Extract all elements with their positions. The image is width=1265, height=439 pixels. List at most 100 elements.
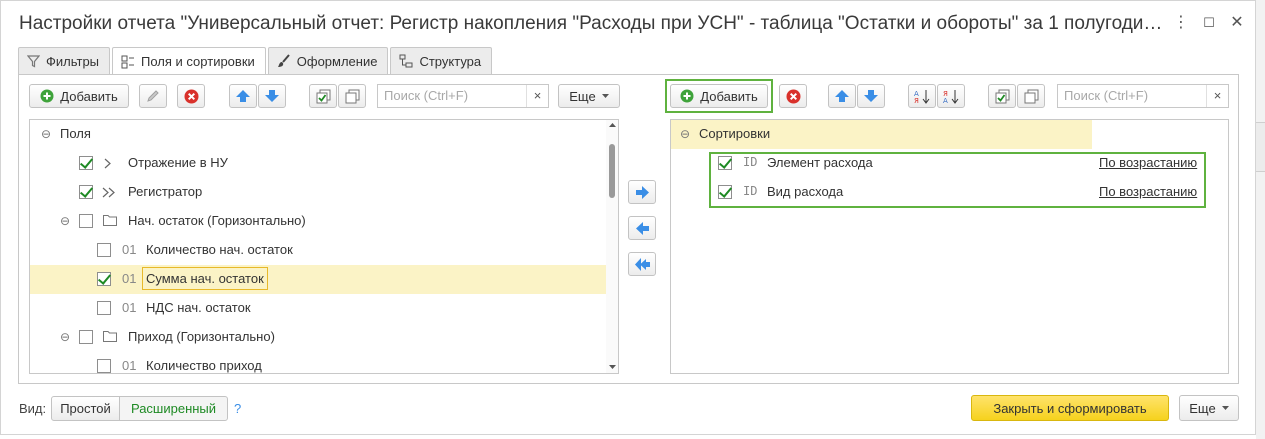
checkbox[interactable] — [79, 156, 93, 170]
tree-row[interactable]: ⊖ Нач. остаток (Горизонтально) — [30, 207, 618, 236]
arrow-up-icon — [236, 90, 250, 102]
delete-field-button[interactable] — [177, 84, 205, 108]
collapse-icon[interactable]: ⊖ — [60, 330, 70, 344]
delete-sorting-button[interactable] — [779, 84, 807, 108]
tree-root-sortings[interactable]: ⊖ Сортировки — [671, 120, 1092, 149]
sorting-uncheck-all-button[interactable] — [1017, 84, 1045, 108]
svg-text:Я: Я — [914, 97, 919, 104]
add-field-button[interactable]: Добавить — [29, 84, 129, 108]
move-up-button[interactable] — [229, 84, 257, 108]
settings-window: Настройки отчета "Универсальный отчет: Р… — [0, 0, 1256, 435]
sorting-move-down-button[interactable] — [857, 84, 885, 108]
tree-row-selected[interactable]: 01 Сумма нач. остаток — [30, 265, 618, 294]
close-icon[interactable]: ✕ — [1225, 11, 1249, 35]
svg-text:А: А — [943, 97, 948, 104]
sort-ascending-button[interactable]: АЯ — [908, 84, 936, 108]
help-icon[interactable]: ? — [234, 401, 241, 416]
scrollbar-thumb[interactable] — [609, 144, 615, 198]
fields-and-sorting-panel: Добавить Поиск (Ctrl+F) × Еще ⊖ Поля Отр… — [18, 74, 1239, 384]
move-down-button[interactable] — [258, 84, 286, 108]
close-and-build-button[interactable]: Закрыть и сформировать — [971, 395, 1169, 421]
sorting-direction-link[interactable]: По возрастанию — [1099, 155, 1197, 170]
checkbox[interactable] — [79, 214, 93, 228]
more-icon[interactable]: ⋮ — [1169, 11, 1193, 35]
filter-icon — [27, 54, 40, 68]
tab-structure[interactable]: Структура — [390, 47, 493, 74]
tab-fields-and-sorting[interactable]: Поля и сортировки — [112, 47, 266, 75]
tree-row[interactable]: Регистратор — [30, 178, 618, 207]
scroll-down-icon[interactable] — [609, 365, 616, 369]
checkbox[interactable] — [97, 272, 111, 286]
check-all-button[interactable] — [309, 84, 337, 108]
tree-row[interactable]: Отражение в НУ — [30, 149, 618, 178]
view-label: Вид: — [19, 401, 47, 416]
pencil-icon — [146, 89, 160, 103]
tree-item-label: Сумма нач. остаток — [142, 267, 268, 290]
tab-appearance[interactable]: Оформление — [267, 47, 389, 74]
tab-filters[interactable]: Фильтры — [18, 47, 111, 74]
tree-row[interactable]: 01 Количество нач. остаток — [30, 236, 618, 265]
checkbox[interactable] — [97, 301, 111, 315]
tree-row[interactable]: 01 НДС нач. остаток — [30, 294, 618, 323]
tree-row[interactable]: ⊖ Приход (Горизонтально) — [30, 323, 618, 352]
collapse-icon[interactable]: ⊖ — [41, 127, 51, 141]
arrow-down-icon — [864, 90, 878, 102]
add-to-sorting-button[interactable] — [628, 180, 656, 204]
double-chevron-right-icon — [102, 187, 115, 198]
checkbox[interactable] — [97, 243, 111, 257]
view-simple-button[interactable]: Простой — [51, 396, 120, 421]
right-search-placeholder: Поиск (Ctrl+F) — [1064, 88, 1149, 103]
folder-icon — [103, 330, 117, 342]
brush-icon — [277, 54, 291, 68]
chevron-right-icon — [104, 158, 111, 169]
left-search-placeholder: Поиск (Ctrl+F) — [384, 88, 469, 103]
tree-item-label: НДС нач. остаток — [146, 300, 251, 315]
left-more-button[interactable]: Еще — [558, 84, 620, 108]
checkbox[interactable] — [718, 185, 732, 199]
sorting-row[interactable]: ID Вид расхода По возрастанию — [671, 178, 1228, 207]
tree-item-label: Количество нач. остаток — [146, 242, 293, 257]
add-sorting-button[interactable]: Добавить — [670, 84, 768, 108]
scroll-up-icon[interactable] — [609, 123, 616, 127]
checkbox[interactable] — [79, 330, 93, 344]
scrollbar[interactable] — [606, 120, 618, 373]
sorting-direction-link[interactable]: По возрастанию — [1099, 184, 1197, 199]
collapse-icon[interactable]: ⊖ — [60, 214, 70, 228]
maximize-icon[interactable]: ☐ — [1197, 11, 1221, 35]
plus-circle-icon — [680, 89, 694, 103]
checkbox[interactable] — [97, 359, 111, 373]
uncheck-all-icon — [1024, 89, 1039, 104]
right-search-input[interactable]: Поиск (Ctrl+F) × — [1057, 84, 1229, 108]
sorting-row[interactable]: ID Элемент расхода По возрастанию — [671, 149, 1228, 178]
sorting-item-label: Вид расхода — [767, 184, 844, 199]
edit-field-button[interactable] — [139, 84, 167, 108]
uncheck-all-button[interactable] — [338, 84, 366, 108]
remove-all-from-sorting-button[interactable] — [628, 252, 656, 276]
collapse-icon[interactable]: ⊖ — [680, 127, 690, 141]
arrow-left-icon — [635, 221, 649, 235]
dropdown-caret-icon — [601, 94, 609, 98]
view-extended-button[interactable]: Расширенный — [119, 396, 228, 421]
tab-appearance-label: Оформление — [296, 53, 378, 69]
tab-structure-label: Структура — [419, 53, 482, 69]
tree-item-label: Нач. остаток (Горизонтально) — [128, 213, 306, 228]
uncheck-all-icon — [345, 89, 360, 104]
arrow-right-icon — [635, 185, 649, 199]
numeric-field-icon: 01 — [122, 358, 137, 373]
remove-from-sorting-button[interactable] — [628, 216, 656, 240]
sort-descending-button[interactable]: ЯА — [937, 84, 965, 108]
left-search-input[interactable]: Поиск (Ctrl+F) × — [377, 84, 549, 108]
sort-descending-icon: ЯА — [943, 89, 960, 104]
double-arrow-left-icon — [634, 257, 650, 271]
footer-more-button[interactable]: Еще — [1179, 395, 1239, 421]
tree-row[interactable]: 01 Количество приход — [30, 352, 618, 373]
delete-icon — [184, 89, 199, 104]
tree-root-fields[interactable]: ⊖ Поля — [30, 120, 618, 149]
checkbox[interactable] — [718, 156, 732, 170]
sorting-check-all-button[interactable] — [988, 84, 1016, 108]
sorting-move-up-button[interactable] — [828, 84, 856, 108]
check-all-icon — [995, 89, 1010, 104]
right-search-clear-icon[interactable]: × — [1206, 85, 1228, 107]
left-search-clear-icon[interactable]: × — [526, 85, 548, 107]
checkbox[interactable] — [79, 185, 93, 199]
